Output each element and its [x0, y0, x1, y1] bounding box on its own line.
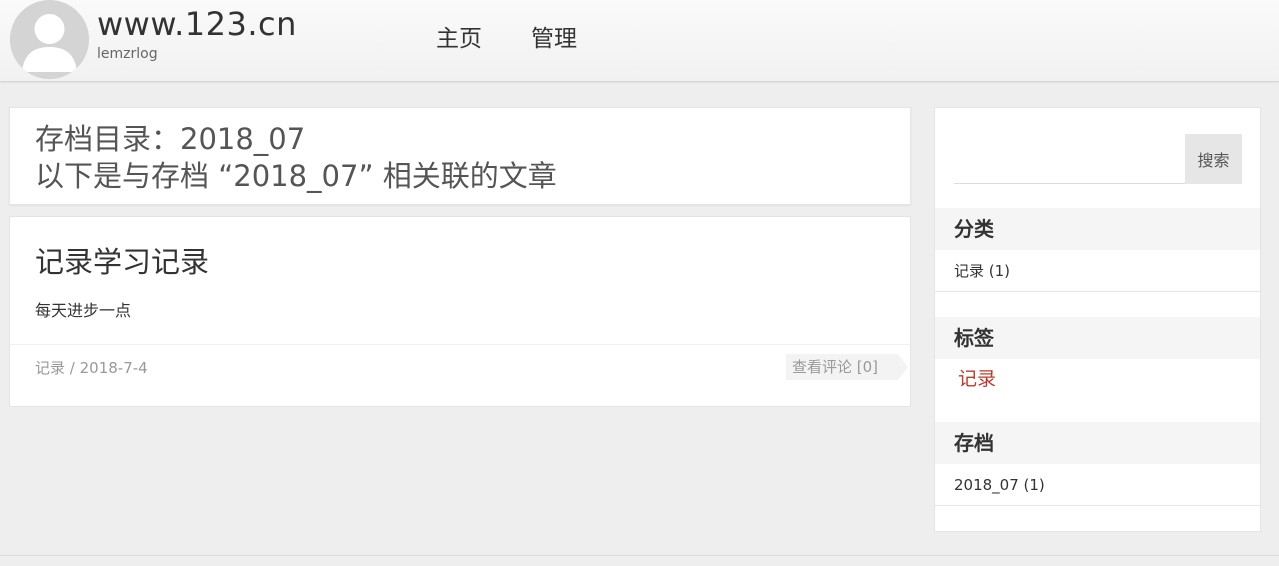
post-card: 记录学习记录 每天进步一点 记录 / 2018-7-4 查看评论 [0] [9, 216, 911, 407]
post-meta: 记录 / 2018-7-4 [35, 359, 148, 377]
archive-heading: 存档目录：2018_07 [35, 122, 306, 156]
site-header: www.123.cn lemzrlog 主页 管理 [0, 0, 1279, 82]
post-title[interactable]: 记录学习记录 [35, 244, 209, 280]
post-date: 2018-7-4 [79, 359, 148, 377]
categories-title: 分类 [935, 208, 1260, 250]
nav-admin-link[interactable]: 管理 [531, 24, 577, 54]
archive-header: 存档目录：2018_07 以下是与存档 “2018_07” 相关联的文章 [9, 107, 911, 205]
post-category-link[interactable]: 记录 [35, 359, 65, 377]
site-subtitle: lemzrlog [97, 46, 158, 62]
widget-divider [935, 291, 1260, 292]
widget-divider [935, 505, 1260, 506]
post-excerpt: 每天进步一点 [35, 301, 132, 320]
site-title[interactable]: www.123.cn [97, 4, 297, 44]
archive-item[interactable]: 2018_07 (1) [954, 475, 1045, 495]
footer-divider [0, 555, 1279, 556]
post-divider [10, 344, 910, 345]
view-comments-button[interactable]: 查看评论 [0] [786, 354, 908, 380]
tags-title: 标签 [935, 317, 1260, 359]
archive-description: 以下是与存档 “2018_07” 相关联的文章 [35, 159, 557, 193]
sidebar: 搜索 分类 记录 (1) 标签 记录 存档 2018_07 (1) [934, 107, 1261, 532]
category-item[interactable]: 记录 (1) [954, 261, 1010, 281]
user-silhouette-icon [10, 0, 89, 79]
avatar[interactable] [10, 0, 89, 79]
archives-title: 存档 [935, 422, 1260, 464]
search-button[interactable]: 搜索 [1185, 134, 1242, 184]
search-input[interactable] [954, 134, 1185, 184]
nav-home-link[interactable]: 主页 [436, 24, 482, 54]
post-meta-separator: / [65, 359, 80, 377]
tag-item[interactable]: 记录 [958, 367, 996, 391]
